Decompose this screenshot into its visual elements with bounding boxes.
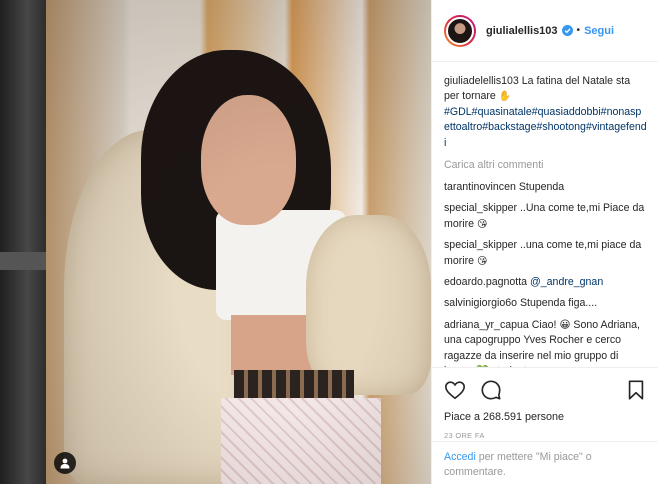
comment-item: special_skipper ..una come te,mi piace d… [444,238,647,269]
comment-item: salvinigiorgio6o Stupenda figa.... [444,296,647,311]
likes-count[interactable]: Piace a 268.591 persone [444,411,647,423]
caption-hashtags[interactable]: #GDL#quasinatale#quasiaddobbi#nonaspetto… [444,106,647,149]
load-more-comments-button[interactable]: Carica altri commenti [444,159,647,171]
comment-item: special_skipper ..Una come te,mi Piace d… [444,201,647,232]
comment-user[interactable]: special_skipper [444,202,517,214]
post-side-panel: giulialellis103 • Segui giuliadelellis10… [431,0,658,484]
comment-text: Stupenda figa.... [519,297,598,310]
avatar-story-ring[interactable] [444,14,476,47]
comment-item: edoardo.pagnotta @_andre_gnan [444,275,647,290]
login-link[interactable]: Accedi [444,451,476,463]
bookmark-icon[interactable] [625,379,647,401]
comment-item: adriana_yr_capua Ciao! 😀 Sono Adriana, u… [444,318,647,367]
comment-user[interactable]: salvinigiorgio6o [444,297,517,309]
comment-user[interactable]: adriana_yr_capua [444,319,529,331]
caption-emoji: ✋ [498,91,512,103]
background-post-preview [0,0,46,484]
post-username[interactable]: giulialellis103 [486,25,558,37]
action-icons [444,378,647,402]
comment-user[interactable]: edoardo.pagnotta [444,276,527,288]
follow-button[interactable]: Segui [584,25,614,37]
comment-text: Stupenda [518,181,565,194]
user-tag-glyph [60,458,70,469]
post-photo[interactable] [46,0,431,484]
comments-list[interactable]: giuliadelellis103 La fatina del Natale s… [432,62,658,367]
post-timestamp[interactable]: 23 ORE FA [444,431,647,440]
caption-author[interactable]: giuliadelellis103 [444,75,519,87]
comment-item: tarantinovincen Stupenda [444,180,647,195]
user-tag-icon[interactable] [54,452,76,474]
separator-dot: • [576,25,581,36]
caption: giuliadelellis103 La fatina del Natale s… [444,74,647,151]
verified-badge-icon [561,25,573,36]
avatar[interactable] [446,16,474,45]
comment-emoji: 😘 [476,218,488,230]
comment-user[interactable]: tarantinovincen [444,181,516,193]
comment-bubble-icon[interactable] [480,379,502,401]
comment-user[interactable]: special_skipper [444,239,517,251]
post-actions: Piace a 268.591 persone 23 ORE FA [432,367,658,440]
login-prompt: Accedi per mettere "Mi piace" o commenta… [432,441,658,484]
background-bar [0,252,46,270]
photo-vignette [46,0,431,484]
comment-emoji: 😘 [476,255,488,267]
comment-mention[interactable]: @_andre_gnan [530,276,603,288]
heart-icon[interactable] [444,379,466,401]
post-modal: giulialellis103 • Segui giuliadelellis10… [46,0,658,484]
post-header: giulialellis103 • Segui [432,0,658,62]
